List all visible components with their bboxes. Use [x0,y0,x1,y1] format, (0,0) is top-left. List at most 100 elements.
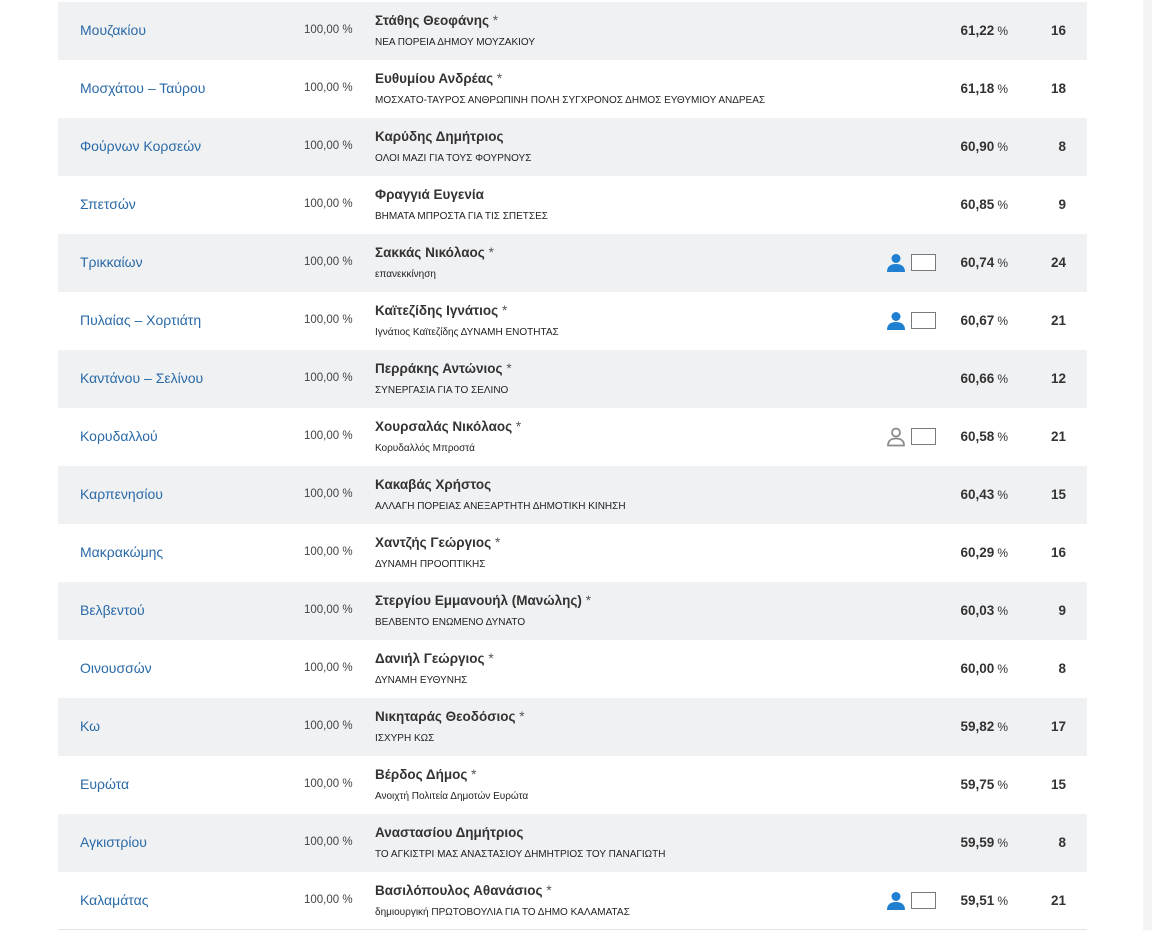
seats-count: 21 [1050,893,1066,908]
seats-count: 17 [1050,719,1066,734]
person-filled-icon[interactable] [886,253,906,273]
counted-percent: 100,00 % [304,256,353,268]
table-row[interactable]: Φούρνων Κορσεών 100,00 % Καρύδης Δημήτριος… [58,118,1087,176]
municipality-link[interactable]: Κω [80,718,100,734]
percent-sign: % [997,314,1008,328]
candidate-marker: * [585,593,591,608]
vote-percent: 60,67% [938,313,1008,328]
municipality-link[interactable]: Ευρώτα [80,776,129,792]
candidate-name: Σακκάς Νικόλαος * [375,245,494,260]
seats-count: 16 [1050,23,1066,38]
table-row[interactable]: Βελβεντού 100,00 % Στεργίου Εμμανουήλ (Μαν… [58,582,1087,640]
municipality-link[interactable]: Καλαμάτας [80,892,148,908]
party-name: ΣΥΝΕΡΓΑΣΙΑ ΓΙΑ ΤΟ ΣΕΛΙΝΟ [375,385,509,396]
table-row[interactable]: Τρικκαίων 100,00 % Σακκάς Νικόλαος * επανεκ… [58,234,1087,292]
vote-percent-value: 60,43 [960,487,995,502]
municipality-link[interactable]: Μακρακώμης [80,544,163,560]
candidate-marker: * [501,303,508,318]
candidate-name: Νικηταράς Θεοδόσιος * [375,709,525,724]
table-row[interactable]: Ευρώτα 100,00 % Βέρδος Δήμος * Ανοιχτή Πολι… [58,756,1087,814]
municipality-link[interactable]: Μοσχάτου – Ταύρου [80,80,205,96]
vote-percent: 59,75% [938,777,1008,792]
counted-percent: 100,00 % [304,662,353,674]
checkbox-icon[interactable] [911,892,936,909]
person-filled-icon[interactable] [886,311,906,331]
seats-count: 12 [1050,371,1066,386]
percent-sign: % [997,546,1008,560]
candidate-marker: * [519,709,525,724]
vote-percent: 59,51% [938,893,1008,908]
table-row[interactable]: Αγκιστρίου 100,00 % Αναστασίου Δημήτριος ΤΟ… [58,814,1087,872]
municipality-link[interactable]: Αγκιστρίου [80,834,147,850]
candidate-name: Αναστασίου Δημήτριος [375,825,523,840]
candidate-name-text: Καρύδης Δημήτριος [375,129,504,144]
table-row[interactable]: Κορυδαλλού 100,00 % Χουρσαλάς Νικόλαος * Κο… [58,408,1087,466]
checkbox-icon[interactable] [911,312,936,329]
vote-percent: 59,59% [938,835,1008,850]
party-name: ΜΟΣΧΑΤΟ-ΤΑΥΡΟΣ ΑΝΘΡΩΠΙΝΗ ΠΟΛΗ ΣΥΓΧΡΟΝΟΣ … [375,95,766,106]
municipality-link[interactable]: Βελβεντού [80,602,145,618]
party-name: επανεκκίνηση [375,269,436,280]
municipality-link[interactable]: Σπετσών [80,196,136,212]
vote-percent-value: 60,00 [960,661,995,676]
vote-percent-value: 60,85 [960,197,995,212]
vote-percent: 60,90% [938,139,1008,154]
candidate-marker: * [494,535,501,550]
percent-sign: % [997,894,1008,908]
candidate-name-text: Βασιλόπουλος Αθανάσιος [375,883,543,898]
table-row[interactable]: Μοσχάτου – Ταύρου 100,00 % Ευθυμίου Ανδρέα… [58,60,1087,118]
table-row[interactable]: Πυλαίας – Χορτιάτη 100,00 % Καϊτεζίδης Ιγν… [58,292,1087,350]
checkbox-icon[interactable] [911,254,936,271]
seats-count: 21 [1050,313,1066,328]
municipality-link[interactable]: Πυλαίας – Χορτιάτη [80,312,201,328]
municipality-link[interactable]: Οινουσσών [80,660,152,676]
counted-percent: 100,00 % [304,488,353,500]
vote-percent-value: 60,58 [960,429,995,444]
party-name: ΙΣΧΥΡΗ ΚΩΣ [375,733,435,744]
counted-percent: 100,00 % [304,24,353,36]
candidate-icons [886,891,936,911]
candidate-name-text: Ευθυμίου Ανδρέας [375,71,494,86]
table-row[interactable]: Καλαμάτας 100,00 % Βασιλόπουλος Αθανάσιος … [58,872,1087,930]
vote-percent-value: 60,29 [960,545,995,560]
person-outline-icon[interactable] [886,427,906,447]
municipality-link[interactable]: Φούρνων Κορσεών [80,138,201,154]
table-row[interactable]: Σπετσών 100,00 % Φραγγιά Ευγενία ΒΗΜΑΤΑ ΜΠΡ… [58,176,1087,234]
candidate-name-text: Περράκης Αντώνιος [375,361,503,376]
candidate-name-text: Στεργίου Εμμανουήλ (Μανώλης) [375,593,582,608]
municipality-link[interactable]: Μουζακίου [80,22,146,38]
scrollbar-track[interactable] [1143,0,1152,930]
vote-percent: 60,00% [938,661,1008,676]
candidate-name: Ευθυμίου Ανδρέας * [375,71,502,86]
municipality-link[interactable]: Καρπενησίου [80,486,163,502]
municipality-link[interactable]: Τρικκαίων [80,254,143,270]
percent-sign: % [997,372,1008,386]
candidate-marker: * [488,245,494,260]
vote-percent-value: 60,66 [960,371,995,386]
seats-count: 16 [1050,545,1066,560]
municipality-link[interactable]: Κορυδαλλού [80,428,158,444]
table-row[interactable]: Οινουσσών 100,00 % Δανιήλ Γεώργιος * ΔΥΝΑΜΗ… [58,640,1087,698]
candidate-name: Καϊτεζίδης Ιγνάτιος * [375,303,507,318]
municipality-link[interactable]: Καντάνου – Σελίνου [80,370,203,386]
vote-percent: 61,18% [938,81,1008,96]
party-name: δημιουργική ΠΡΩΤΟΒΟΥΛΙΑ ΓΙΑ ΤΟ ΔΗΜΟ ΚΑΛΑ… [375,907,630,918]
candidate-name: Βασιλόπουλος Αθανάσιος * [375,883,552,898]
table-row[interactable]: Μουζακίου 100,00 % Στάθης Θεοφάνης * ΝΕΑ ΠΟ… [58,2,1087,60]
counted-percent: 100,00 % [304,720,353,732]
vote-percent-value: 59,82 [960,719,995,734]
table-row[interactable]: Καντάνου – Σελίνου 100,00 % Περράκης Αντών… [58,350,1087,408]
checkbox-icon[interactable] [911,428,936,445]
candidate-name: Βέρδος Δήμος * [375,767,476,782]
person-filled-icon[interactable] [886,891,906,911]
candidate-name: Καρύδης Δημήτριος [375,129,504,144]
seats-count: 8 [1058,139,1066,154]
table-row[interactable]: Καρπενησίου 100,00 % Κακαβάς Χρήστος ΑΛΛΑΓΗ… [58,466,1087,524]
candidate-name: Δανιήλ Γεώργιος * [375,651,494,666]
table-row[interactable]: Κω 100,00 % Νικηταράς Θεοδόσιος * ΙΣΧΥΡΗ ΚΩ… [58,698,1087,756]
party-name: ΑΛΛΑΓΗ ΠΟΡΕΙΑΣ ΑΝΕΞΑΡΤΗΤΗ ΔΗΜΟΤΙΚΗ ΚΙΝΗΣ… [375,501,626,512]
percent-sign: % [997,140,1008,154]
table-row[interactable]: Μακρακώμης 100,00 % Χαντζής Γεώργιος * ΔΥΝΑ… [58,524,1087,582]
vote-percent: 61,22% [938,23,1008,38]
candidate-name-text: Χαντζής Γεώργιος [375,535,492,550]
